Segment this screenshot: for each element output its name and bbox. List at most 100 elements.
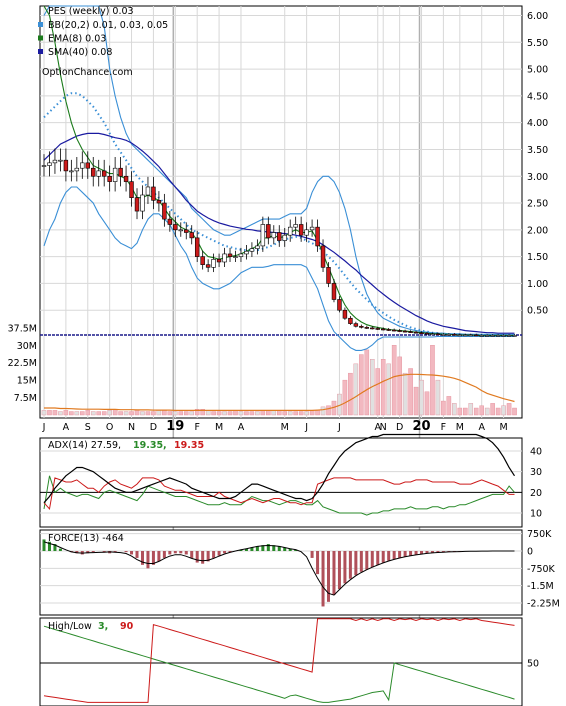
volume-bar — [435, 379, 441, 416]
volume-bar — [391, 345, 397, 416]
volume-bar — [134, 410, 140, 416]
candle-body — [364, 327, 370, 329]
highlow-low-label: 90 — [120, 621, 134, 632]
volume-bar — [473, 407, 479, 416]
adx-tick-label: 30 — [530, 467, 542, 478]
volume-bar — [298, 411, 304, 416]
candle-body — [348, 317, 353, 324]
volume-bar — [151, 411, 156, 416]
volume-bar — [238, 411, 244, 416]
volume-tick-label: 22.5M — [8, 358, 37, 369]
candle-body — [353, 323, 359, 327]
legend-swatch — [38, 49, 43, 54]
highlow-high-label: 3, — [98, 621, 108, 632]
candle-body — [342, 309, 348, 319]
volume-bar — [342, 379, 348, 416]
volume-bar — [348, 372, 353, 416]
candle-body — [474, 334, 479, 337]
adx-minus-di-label: 19.35 — [174, 440, 204, 451]
candle-body — [96, 170, 101, 177]
volume-bar — [80, 411, 85, 416]
volume-bar — [287, 411, 293, 416]
candle-body — [397, 330, 402, 332]
candle-body — [260, 224, 266, 247]
price-tick-label: 1.00 — [527, 279, 548, 290]
candle-body — [506, 335, 512, 337]
volume-bar — [183, 411, 189, 416]
volume-bar — [85, 410, 91, 416]
candle-body — [47, 162, 52, 166]
month-label: M — [215, 422, 223, 433]
volume-bar — [375, 368, 381, 416]
volume-bar — [222, 411, 227, 416]
candle-body — [375, 328, 380, 330]
month-label: M — [456, 422, 464, 433]
candle-body — [457, 334, 463, 337]
volume-bar — [424, 391, 430, 416]
price-tick-label: 4.50 — [527, 91, 548, 102]
month-label: A — [63, 422, 70, 433]
volume-bar — [359, 354, 364, 416]
volume-bar — [96, 411, 101, 416]
volume-bar — [386, 363, 391, 416]
candle-body — [85, 162, 90, 169]
volume-bar — [408, 368, 413, 416]
month-label: M — [281, 422, 289, 433]
candle-body — [293, 224, 298, 228]
price-tick-label: 2.50 — [527, 199, 548, 210]
candle-body — [205, 264, 211, 268]
candle-body — [315, 226, 320, 247]
candle-body — [107, 175, 112, 182]
candle-body — [435, 333, 441, 336]
volume-bar — [452, 403, 457, 416]
price-tick-label: 2.00 — [527, 225, 548, 236]
volume-bar — [205, 410, 211, 416]
month-label: F — [194, 422, 199, 433]
volume-bar — [140, 411, 145, 416]
adx-plus-di-label: 19.35, — [133, 440, 167, 451]
candle-body — [282, 234, 287, 241]
candle-body — [112, 167, 118, 182]
candle-body — [304, 229, 309, 236]
month-label: J — [42, 422, 46, 433]
volume-bar — [468, 403, 474, 416]
candle-body — [386, 329, 391, 331]
candle-body — [484, 335, 490, 337]
candle-body — [74, 167, 80, 172]
volume-bar — [326, 405, 331, 416]
volume-bar — [260, 410, 266, 416]
candle-body — [266, 224, 271, 239]
candle-body — [320, 245, 326, 268]
volume-bar — [123, 411, 129, 416]
month-label: 20 — [412, 419, 430, 434]
volume-bar — [271, 410, 277, 416]
candle-body — [452, 334, 457, 336]
candle-body — [52, 159, 58, 164]
candle-body — [490, 335, 495, 337]
candle-body — [118, 167, 123, 177]
candle-body — [277, 232, 282, 241]
price-tick-label: 3.00 — [527, 172, 548, 183]
watermark-text: OptionChance.com — [42, 67, 133, 78]
volume-bar — [490, 403, 495, 416]
month-label: M — [499, 422, 507, 433]
volume-bar — [211, 411, 216, 416]
candle-body — [309, 226, 315, 231]
candle-body — [178, 229, 183, 232]
price-tick-label: 0.50 — [527, 306, 548, 317]
volume-bar — [255, 411, 260, 416]
volume-bar — [479, 405, 484, 416]
candle-body — [129, 181, 134, 198]
candle-body — [140, 194, 145, 212]
candle-body — [58, 159, 63, 162]
volume-bar — [484, 407, 490, 416]
volume-tick-label: 7.5M — [14, 393, 37, 404]
candle-body — [402, 330, 408, 333]
candle-body — [156, 200, 162, 204]
volume-bar — [118, 411, 123, 416]
candle-body — [80, 162, 85, 169]
adx-tick-label: 20 — [530, 488, 542, 499]
volume-bar — [309, 410, 315, 416]
volume-bar — [413, 386, 419, 416]
candle-body — [162, 202, 167, 220]
